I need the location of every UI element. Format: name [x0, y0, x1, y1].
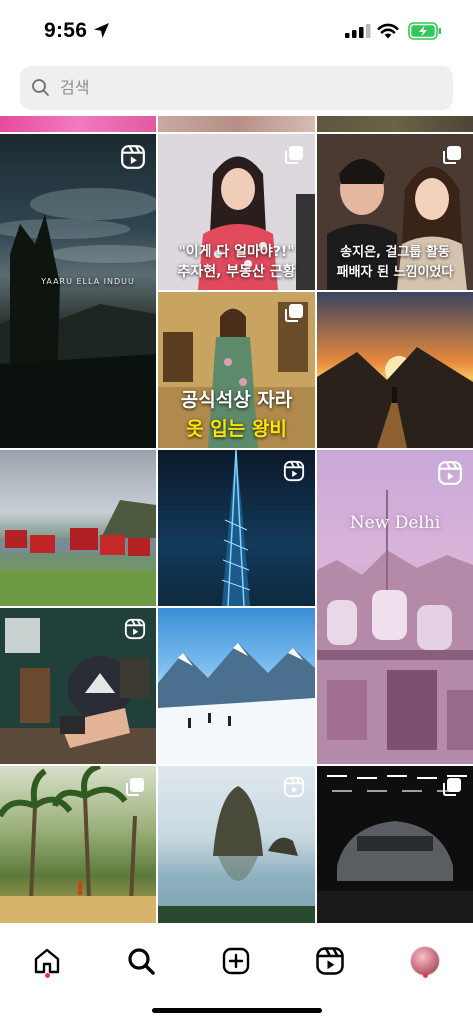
location-arrow-icon [94, 23, 109, 38]
tab-reels[interactable] [305, 936, 355, 986]
grid-tile[interactable]: "이게 다 얼마야?!" 추자현, 부동산 근황 [158, 134, 315, 290]
reel-icon [438, 461, 462, 485]
grid-tile-partial[interactable] [317, 116, 473, 132]
grid-tile[interactable] [317, 292, 473, 448]
grid-tile[interactable] [0, 608, 156, 764]
grid-tile[interactable]: 공식석상 자라 옷 입는 왕비 [158, 292, 315, 448]
tile-watermark: YAARU ELLA INDUU [41, 277, 135, 286]
carousel-icon [285, 304, 303, 322]
tile-caption-2: 추자현, 부동산 근황 [177, 264, 296, 280]
search-icon [128, 948, 155, 975]
cellular-signal-icon [345, 24, 371, 38]
reel-icon [283, 460, 305, 482]
tile-photo-art [158, 643, 315, 764]
clock: 9:56 [44, 19, 88, 42]
carousel-icon [126, 778, 144, 796]
grid-tile-partial[interactable] [158, 116, 315, 132]
tile-caption-1: 공식석상 자라 [180, 389, 293, 411]
grid-tile-partial[interactable] [0, 116, 156, 132]
tile-caption-1: "이게 다 얼마야?!" [178, 244, 295, 260]
profile-avatar [410, 946, 440, 976]
home-notification-dot [45, 973, 50, 978]
tile-photo-art [0, 500, 156, 606]
carousel-icon [443, 146, 461, 164]
grid-tile[interactable] [158, 608, 315, 764]
carousel-icon [285, 146, 303, 164]
reel-icon [121, 145, 145, 169]
wifi-icon [377, 23, 399, 39]
search-bar[interactable] [20, 66, 453, 110]
add-post-icon [222, 947, 250, 975]
reel-icon [283, 776, 305, 798]
grid-tile[interactable] [158, 766, 315, 923]
tile-caption-1: 송지은, 걸그룹 활동 [340, 245, 450, 260]
home-icon [34, 948, 60, 974]
tile-landscape-art [0, 188, 156, 448]
grid-tile[interactable] [158, 450, 315, 606]
grid-tile[interactable]: 송지은, 걸그룹 활동 패배자 된 느낌이었다 [317, 134, 473, 290]
grid-tile[interactable]: New Delhi [317, 450, 473, 764]
tab-search[interactable] [116, 936, 166, 986]
tile-photo-art [317, 490, 473, 764]
grid-tile[interactable] [317, 766, 473, 923]
carousel-icon [443, 778, 461, 796]
tile-photo-art [317, 347, 473, 448]
tab-home[interactable] [22, 936, 72, 986]
search-icon [32, 79, 49, 96]
home-indicator [152, 1008, 322, 1013]
reel-icon [124, 618, 146, 640]
search-input[interactable] [58, 74, 442, 104]
battery-charging-icon [408, 22, 441, 40]
grid-tile[interactable] [0, 450, 156, 606]
tab-create[interactable] [211, 936, 261, 986]
tile-overlay-text: New Delhi [349, 513, 441, 533]
tile-caption-2: 옷 입는 왕비 [186, 418, 287, 440]
status-bar: 9:56 [0, 0, 473, 60]
explore-grid: YAARU ELLA INDUU "이게 다 얼마야?!" 추자현, 부동산 근… [0, 116, 473, 923]
profile-notification-dot [423, 973, 428, 978]
grid-tile[interactable]: YAARU ELLA INDUU [0, 134, 156, 448]
tab-profile[interactable] [400, 936, 450, 986]
reels-tab-icon [316, 947, 344, 975]
tile-caption-2: 패배자 된 느낌이었다 [336, 265, 454, 280]
grid-tile[interactable] [0, 766, 156, 923]
